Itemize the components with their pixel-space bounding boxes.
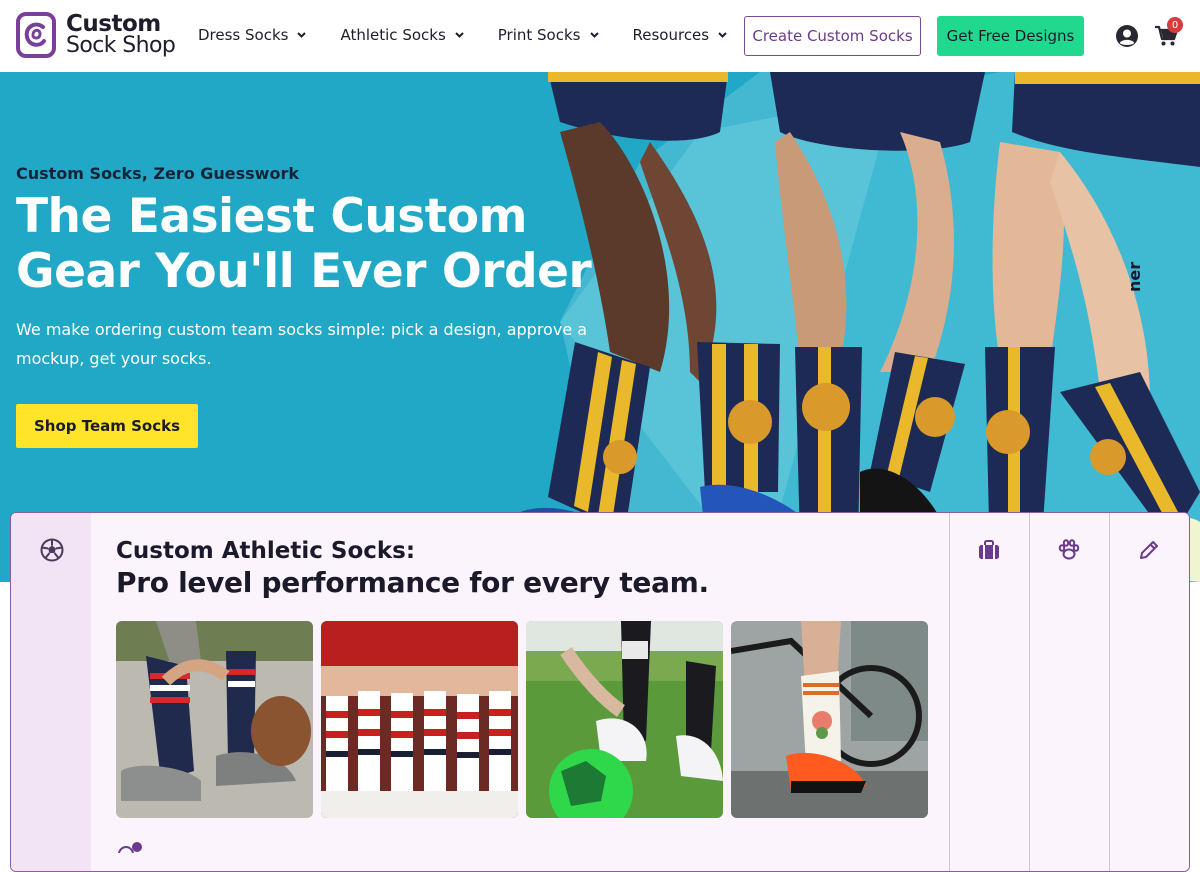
chevron-down-icon bbox=[455, 32, 464, 38]
shop-team-socks-button[interactable]: Shop Team Socks bbox=[16, 404, 198, 448]
chevron-down-icon bbox=[297, 32, 307, 38]
hero-subtext: We make ordering custom team socks simpl… bbox=[16, 320, 588, 368]
menu-resources[interactable]: Resources bbox=[633, 26, 728, 44]
hero-banner: Custom Socks, Zero Guesswork The Easiest… bbox=[0, 72, 1200, 582]
hero-eyebrow: Custom Socks, Zero Guesswork bbox=[16, 164, 299, 183]
tab-business[interactable] bbox=[949, 513, 1029, 871]
main-menu: Dress Socks Athletic Socks Print Socks R… bbox=[198, 26, 761, 44]
team-bench-socks-photo bbox=[321, 621, 518, 818]
cart-count-badge: 0 bbox=[1167, 17, 1183, 33]
paw-icon bbox=[1058, 539, 1080, 560]
chevron-down-icon bbox=[589, 32, 599, 38]
menu-label: Print Socks bbox=[497, 26, 581, 44]
mini-badge-icon bbox=[118, 842, 142, 853]
baseball-socks-photo bbox=[116, 621, 313, 818]
account-icon[interactable] bbox=[1115, 24, 1139, 48]
tab-athletic[interactable] bbox=[11, 513, 91, 871]
menu-label: Resources bbox=[632, 26, 710, 44]
top-navigation: Custom Sock Shop Dress Socks Athletic So… bbox=[0, 0, 1200, 72]
tab-pets[interactable] bbox=[1029, 513, 1109, 871]
menu-dress-socks[interactable]: Dress Socks bbox=[198, 26, 307, 44]
get-free-designs-button[interactable]: Get Free Designs bbox=[937, 16, 1084, 56]
design-tab-vertical-label: ner bbox=[1125, 261, 1144, 292]
briefcase-icon bbox=[979, 540, 999, 559]
card-title: Custom Athletic Socks: bbox=[116, 538, 416, 564]
logo-sock-icon bbox=[16, 12, 56, 58]
soccer-socks-photo bbox=[526, 621, 723, 818]
hero-headline: The Easiest Custom Gear You'll Ever Orde… bbox=[16, 189, 592, 299]
site-logo[interactable]: Custom Sock Shop bbox=[16, 11, 176, 58]
pencil-icon bbox=[1140, 541, 1158, 559]
menu-label: Athletic Socks bbox=[340, 26, 446, 44]
cycling-socks-photo bbox=[731, 621, 928, 818]
logo-text-custom: Custom bbox=[66, 11, 161, 37]
menu-print-socks[interactable]: Print Socks bbox=[498, 26, 599, 44]
logo-text-sock-shop: Sock Shop bbox=[66, 33, 176, 58]
athletic-socks-card: Custom Athletic Socks: Pro level perform… bbox=[10, 512, 1190, 872]
soccer-ball-icon bbox=[40, 538, 64, 562]
chevron-down-icon bbox=[718, 32, 727, 38]
menu-label: Dress Socks bbox=[198, 26, 289, 44]
tab-design[interactable] bbox=[1109, 513, 1189, 871]
menu-athletic-socks[interactable]: Athletic Socks bbox=[340, 26, 464, 44]
card-subtitle: Pro level performance for every team. bbox=[116, 566, 709, 599]
create-custom-socks-button[interactable]: Create Custom Socks bbox=[744, 16, 921, 56]
